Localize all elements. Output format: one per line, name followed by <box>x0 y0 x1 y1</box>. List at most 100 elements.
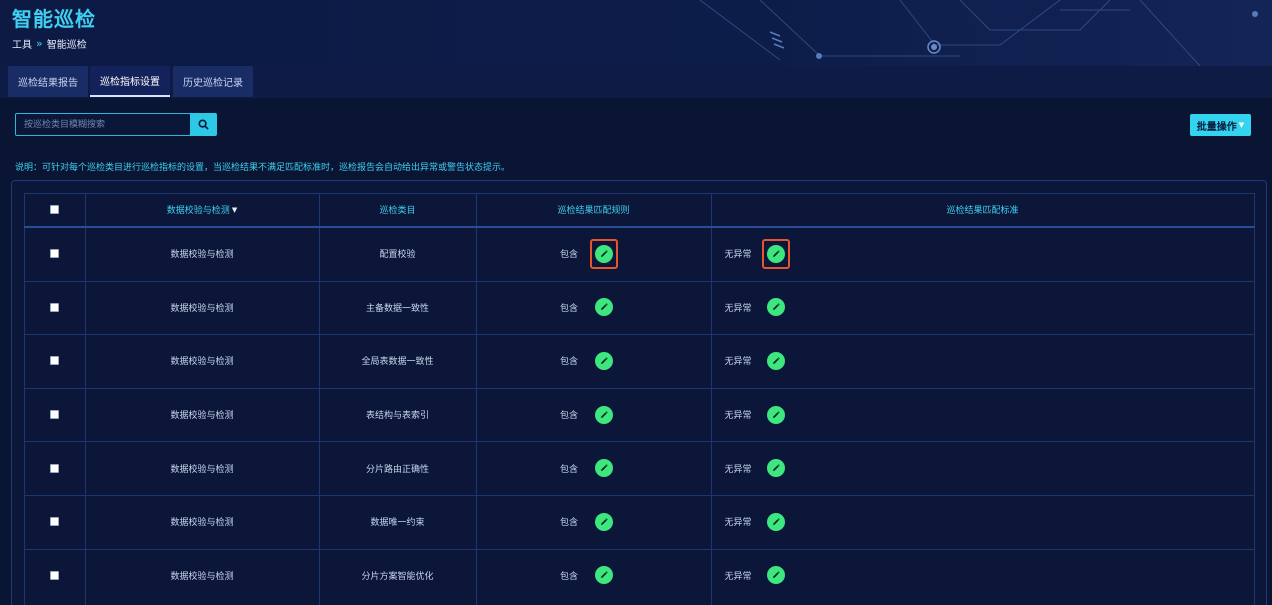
pencil-icon <box>773 303 780 311</box>
batch-operation-button[interactable]: 批量操作 ▼ <box>1190 114 1251 136</box>
edit-standard-cell <box>766 388 786 442</box>
row-checkbox[interactable] <box>50 302 59 312</box>
edit-rule-button[interactable] <box>595 459 613 478</box>
row-select-cell <box>24 388 85 442</box>
cell-rule: 包含 <box>559 303 578 314</box>
row-checkbox[interactable] <box>50 517 59 527</box>
row-select-cell <box>24 227 85 281</box>
edit-rule-button[interactable] <box>595 512 613 531</box>
cell-rule: 包含 <box>559 411 578 422</box>
cell-group: 数据校验与检测 <box>170 411 234 422</box>
cell-group: 数据校验与检测 <box>170 571 234 582</box>
pencil-icon <box>601 410 608 418</box>
cell-standard: 无异常 <box>724 464 752 475</box>
cell-group: 数据校验与检测 <box>170 250 234 261</box>
pencil-icon <box>773 518 780 525</box>
pencil-icon <box>773 357 780 364</box>
cell-standard: 无异常 <box>724 571 752 582</box>
edit-rule-cell <box>594 441 614 495</box>
row-select-cell <box>24 334 85 388</box>
edit-standard-button[interactable] <box>767 351 785 370</box>
batch-operation-label: 批量操作 <box>1196 121 1237 133</box>
search-button[interactable] <box>190 113 217 136</box>
circuit-decoration <box>699 0 1258 66</box>
row-select-cell <box>24 549 85 603</box>
breadcrumb-separator-icon: » <box>36 37 43 50</box>
cell-category: 全局表数据一致性 <box>361 357 434 368</box>
edit-standard-cell <box>766 441 786 495</box>
select-all-checkbox[interactable] <box>50 205 59 214</box>
cell-standard: 无异常 <box>724 303 752 314</box>
column-header-category: 巡检类目 <box>379 206 416 216</box>
edit-rule-button[interactable] <box>595 405 613 424</box>
tab-inspection-metrics[interactable]: 巡检指标设置 <box>90 66 170 97</box>
pencil-icon <box>601 357 608 364</box>
cell-group: 数据校验与检测 <box>170 303 234 314</box>
page-header: 智能巡检 工具 » 智能巡检 <box>0 0 1272 66</box>
sort-down-icon[interactable]: ▼ <box>232 206 237 214</box>
cell-standard: 无异常 <box>724 250 752 261</box>
pencil-icon <box>773 464 780 472</box>
pencil-icon <box>601 518 608 525</box>
row-checkbox[interactable] <box>50 410 59 420</box>
page-title: 智能巡检 <box>12 7 96 31</box>
highlight-box-rule <box>590 238 618 269</box>
pencil-icon <box>601 303 608 311</box>
pencil-icon <box>773 571 780 579</box>
edit-standard-cell <box>766 495 786 549</box>
breadcrumb: 工具 » 智能巡检 <box>12 36 87 51</box>
breadcrumb-root[interactable]: 工具 <box>12 36 32 51</box>
cell-category: 分片方案智能优化 <box>361 571 434 582</box>
cell-rule: 包含 <box>559 357 578 368</box>
cell-rule: 包含 <box>559 571 578 582</box>
cell-standard: 无异常 <box>724 357 752 368</box>
cell-category: 表结构与表索引 <box>365 411 429 422</box>
row-checkbox[interactable] <box>50 356 59 366</box>
cell-category: 主备数据一致性 <box>365 303 429 314</box>
edit-rule-button[interactable] <box>595 298 613 317</box>
select-all-cell <box>24 193 85 226</box>
column-header-rule: 巡检结果匹配规则 <box>557 206 630 216</box>
edit-rule-cell <box>594 388 614 442</box>
tab-inspection-report[interactable]: 巡检结果报告 <box>8 66 88 97</box>
cell-group: 数据校验与检测 <box>170 518 234 529</box>
cell-standard: 无异常 <box>724 411 752 422</box>
search-icon <box>198 119 209 130</box>
edit-rule-button[interactable] <box>595 351 613 370</box>
cell-rule: 包含 <box>559 464 578 475</box>
edit-rule-cell <box>594 495 614 549</box>
row-checkbox[interactable] <box>50 249 59 259</box>
pencil-icon <box>601 571 608 579</box>
cell-standard: 无异常 <box>724 518 752 529</box>
column-header-group[interactable]: 数据校验与检测 ▼ <box>85 193 319 226</box>
chevron-down-icon: ▼ <box>1238 121 1245 129</box>
tab-bar: 巡检结果报告 巡检指标设置 历史巡检记录 <box>0 66 1272 98</box>
cell-category: 配置校验 <box>379 250 416 261</box>
column-header-group-label: 数据校验与检测 <box>166 206 230 216</box>
row-checkbox[interactable] <box>50 570 59 580</box>
cell-rule: 包含 <box>559 250 578 261</box>
edit-standard-button[interactable] <box>767 298 785 317</box>
tab-inspection-history[interactable]: 历史巡检记录 <box>173 66 253 97</box>
metrics-table: 数据校验与检测 ▼ 巡检类目 巡检结果匹配规则 巡检结果匹配标准 数据校验与检测… <box>24 193 1255 605</box>
pencil-icon <box>601 464 608 472</box>
edit-standard-button[interactable] <box>767 405 785 424</box>
cell-rule: 包含 <box>559 518 578 529</box>
edit-standard-button[interactable] <box>767 459 785 478</box>
edit-rule-cell <box>594 281 614 335</box>
edit-standard-button[interactable] <box>767 512 785 531</box>
description-note: 说明：可针对每个巡检类目进行巡检指标的设置，当巡检结果不满足匹配标准时，巡检报告… <box>15 163 511 173</box>
column-header-standard: 巡检结果匹配标准 <box>946 206 1019 216</box>
pencil-icon <box>773 410 780 418</box>
breadcrumb-current: 智能巡检 <box>46 40 87 51</box>
cell-category: 分片路由正确性 <box>365 464 429 475</box>
row-checkbox[interactable] <box>50 463 59 473</box>
edit-rule-button[interactable] <box>595 566 613 585</box>
highlight-box-standard <box>762 238 790 269</box>
edit-standard-button[interactable] <box>767 566 785 585</box>
cell-group: 数据校验与检测 <box>170 464 234 475</box>
row-select-cell <box>24 495 85 549</box>
cell-category: 数据唯一约束 <box>370 518 425 529</box>
row-select-cell <box>24 441 85 495</box>
search-input[interactable] <box>15 113 191 136</box>
